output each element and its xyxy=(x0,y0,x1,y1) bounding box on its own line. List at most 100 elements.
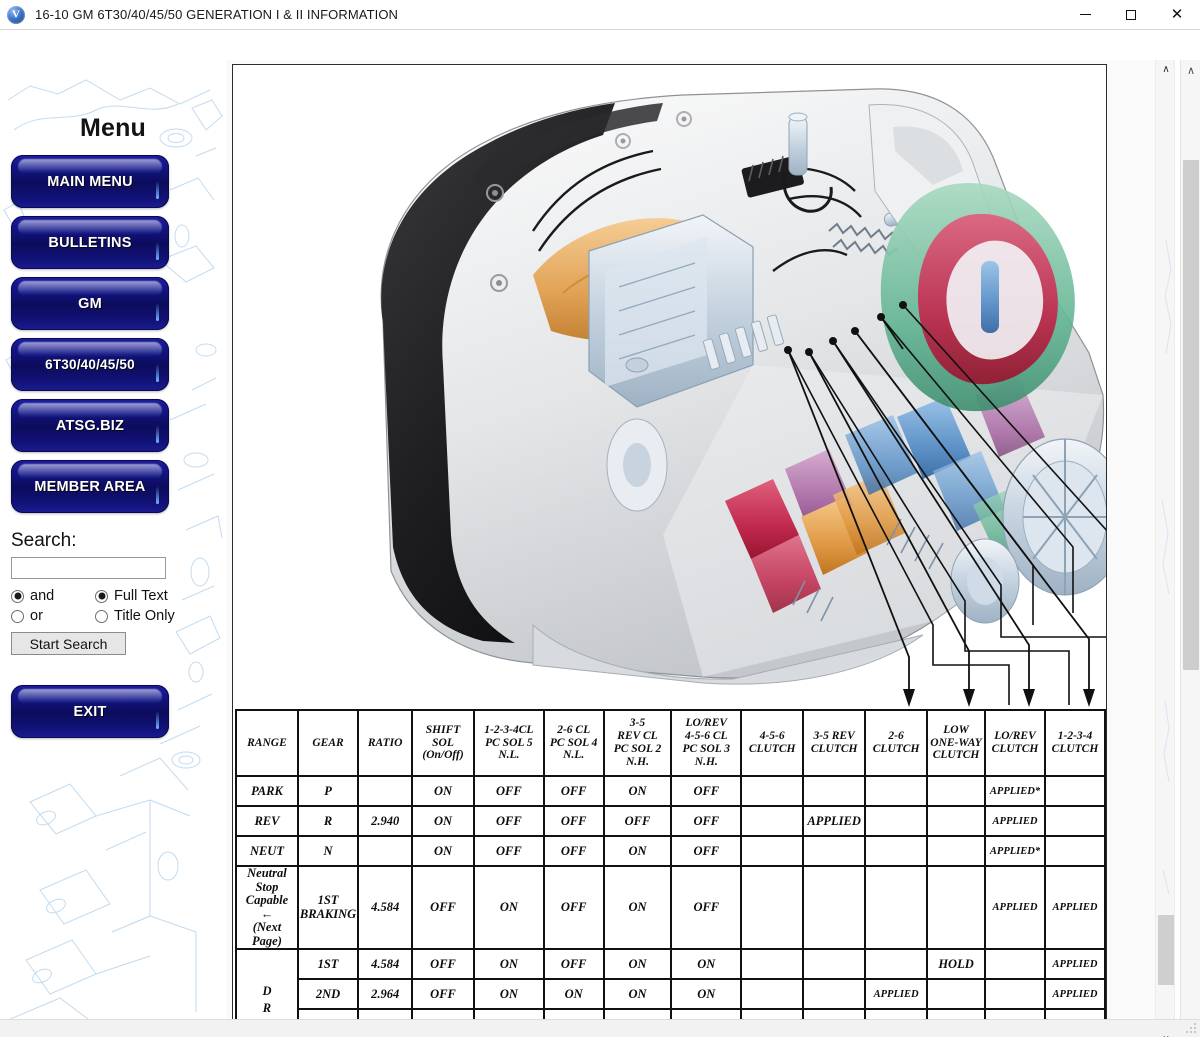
cell-26 xyxy=(865,806,927,836)
sidebar-button-atsg-biz[interactable]: ATSG.BIZ xyxy=(11,399,169,452)
cell-456 xyxy=(741,836,803,866)
cell-shift-sol: OFF xyxy=(412,866,474,949)
col-pc-sol-3: LO/REV 4-5-6 CL PC SOL 3 N.H. xyxy=(671,710,741,776)
start-search-button[interactable]: Start Search xyxy=(11,632,126,655)
window-controls: ✕ xyxy=(1062,0,1200,30)
cell-pc4: ON xyxy=(544,979,604,1009)
cell-low-owc xyxy=(927,776,985,806)
menu-button-list: MAIN MENU BULLETINS GM xyxy=(0,155,226,513)
resize-grip[interactable] xyxy=(1184,1021,1198,1035)
col-low-one-way-clutch: LOW ONE-WAY CLUTCH xyxy=(927,710,985,776)
cell-ratio xyxy=(358,836,412,866)
maximize-button[interactable] xyxy=(1108,0,1154,30)
window-scroll-up-icon[interactable]: ∧ xyxy=(1181,60,1200,80)
cell-gear: 2ND xyxy=(298,979,358,1009)
radio-option-title-only[interactable]: Title Only xyxy=(95,608,175,624)
cell-ratio xyxy=(358,776,412,806)
table-row: PARK P ON OFF OFF ON OFF xyxy=(236,776,1105,806)
col-lorev-clutch: LO/REV CLUTCH xyxy=(985,710,1045,776)
application-window: V 16-10 GM 6T30/40/45/50 GENERATION I & … xyxy=(0,0,1200,1037)
workspace: Menu MAIN MENU BULLETINS xyxy=(0,30,1200,1037)
sidebar-button-member-area[interactable]: MEMBER AREA xyxy=(11,460,169,513)
clutch-application-table-wrap: RANGE GEAR RATIO SHIFT SOL xyxy=(233,709,1106,1037)
col-35-rev-clutch: 3-5 REV CLUTCH xyxy=(803,710,865,776)
cell-26: APPLIED xyxy=(865,979,927,1009)
cell-26 xyxy=(865,866,927,949)
radio-and-icon[interactable] xyxy=(11,590,24,603)
window-scroll-thumb[interactable] xyxy=(1183,160,1199,670)
cell-low-owc: HOLD xyxy=(927,949,985,979)
neutral-stop-arrow-icon: ← xyxy=(261,907,274,921)
close-button[interactable]: ✕ xyxy=(1154,0,1200,30)
cell-gear: P xyxy=(298,776,358,806)
radio-or-icon[interactable] xyxy=(11,610,24,623)
table-row: REV R 2.940 ON OFF OFF OFF OFF APPLIED xyxy=(236,806,1105,836)
radio-option-full-text[interactable]: Full Text xyxy=(95,588,168,604)
cell-pc2: ON xyxy=(604,979,672,1009)
cell-ratio: 4.584 xyxy=(358,949,412,979)
minimize-button[interactable] xyxy=(1062,0,1108,30)
cell-lorev xyxy=(985,949,1045,979)
scroll-down-icon[interactable]: ∨ xyxy=(1156,1030,1175,1037)
exit-button[interactable]: EXIT xyxy=(11,685,169,738)
cell-35rev xyxy=(803,949,865,979)
leader-arrowheads xyxy=(903,689,1095,707)
cell-1234: APPLIED xyxy=(1045,979,1105,1009)
sidebar-button-main-menu[interactable]: MAIN MENU xyxy=(11,155,169,208)
cell-low-owc xyxy=(927,979,985,1009)
scroll-thumb[interactable] xyxy=(1158,915,1174,985)
col-26-clutch: 2-6 CLUTCH xyxy=(865,710,927,776)
sidebar-button-label: BULLETINS xyxy=(11,216,169,269)
table-row: D R I V E 1ST 4.584 OFF ON OFF xyxy=(236,949,1105,979)
sidebar-button-label: MAIN MENU xyxy=(11,155,169,208)
cell-lorev xyxy=(985,979,1045,1009)
cell-gear: N xyxy=(298,836,358,866)
drive-letter: R xyxy=(238,1000,296,1016)
cell-low-owc xyxy=(927,866,985,949)
cell-26 xyxy=(865,776,927,806)
cell-pc5: ON xyxy=(474,949,544,979)
table-row: Neutral Stop Capable ← (Next Page) 1ST B… xyxy=(236,866,1105,949)
sidebar-button-6t30-40-45-50[interactable]: 6T30/40/45/50 xyxy=(11,338,169,391)
scroll-up-icon[interactable]: ∧ xyxy=(1156,60,1175,78)
cell-lorev: APPLIED* xyxy=(985,836,1045,866)
cell-gear: 1ST BRAKING xyxy=(298,866,358,949)
radio-title-only-icon[interactable] xyxy=(95,610,108,623)
sidebar-button-gm[interactable]: GM xyxy=(11,277,169,330)
radio-label: Full Text xyxy=(114,588,168,604)
cell-456 xyxy=(741,979,803,1009)
cell-range: REV xyxy=(236,806,298,836)
table-header-row: RANGE GEAR RATIO SHIFT SOL xyxy=(236,710,1105,776)
cell-pc4: OFF xyxy=(544,836,604,866)
cell-pc3: ON xyxy=(671,979,741,1009)
cell-pc4: OFF xyxy=(544,949,604,979)
cell-pc5: OFF xyxy=(474,776,544,806)
cell-ratio: 2.964 xyxy=(358,979,412,1009)
window-scrollbar[interactable]: ∧ ∨ xyxy=(1180,60,1200,1037)
cell-456 xyxy=(741,806,803,836)
cell-pc2: ON xyxy=(604,836,672,866)
search-label: Search: xyxy=(11,530,226,552)
cell-ratio: 4.584 xyxy=(358,866,412,949)
radio-label: Title Only xyxy=(114,608,175,624)
radio-option-or[interactable]: or xyxy=(11,608,95,624)
window-title: 16-10 GM 6T30/40/45/50 GENERATION I & II… xyxy=(35,7,398,22)
table-body: PARK P ON OFF OFF ON OFF xyxy=(236,776,1105,1037)
radio-full-text-icon[interactable] xyxy=(95,590,108,603)
cell-1234 xyxy=(1045,836,1105,866)
clutch-application-table: RANGE GEAR RATIO SHIFT SOL xyxy=(235,709,1106,1037)
cell-pc2: OFF xyxy=(604,806,672,836)
search-input[interactable] xyxy=(11,557,166,579)
radio-option-and[interactable]: and xyxy=(11,588,95,604)
sidebar-button-bulletins[interactable]: BULLETINS xyxy=(11,216,169,269)
document-scrollbar[interactable]: ∧ ∨ xyxy=(1155,60,1175,1037)
cell-456 xyxy=(741,866,803,949)
cell-shift-sol: ON xyxy=(412,806,474,836)
cell-pc2: ON xyxy=(604,776,672,806)
cell-456 xyxy=(741,949,803,979)
search-options: and Full Text or xyxy=(11,586,226,626)
drive-letter: D xyxy=(238,983,296,999)
transmission-illustration xyxy=(233,65,1106,709)
cell-pc5: ON xyxy=(474,866,544,949)
cell-pc3: OFF xyxy=(671,776,741,806)
